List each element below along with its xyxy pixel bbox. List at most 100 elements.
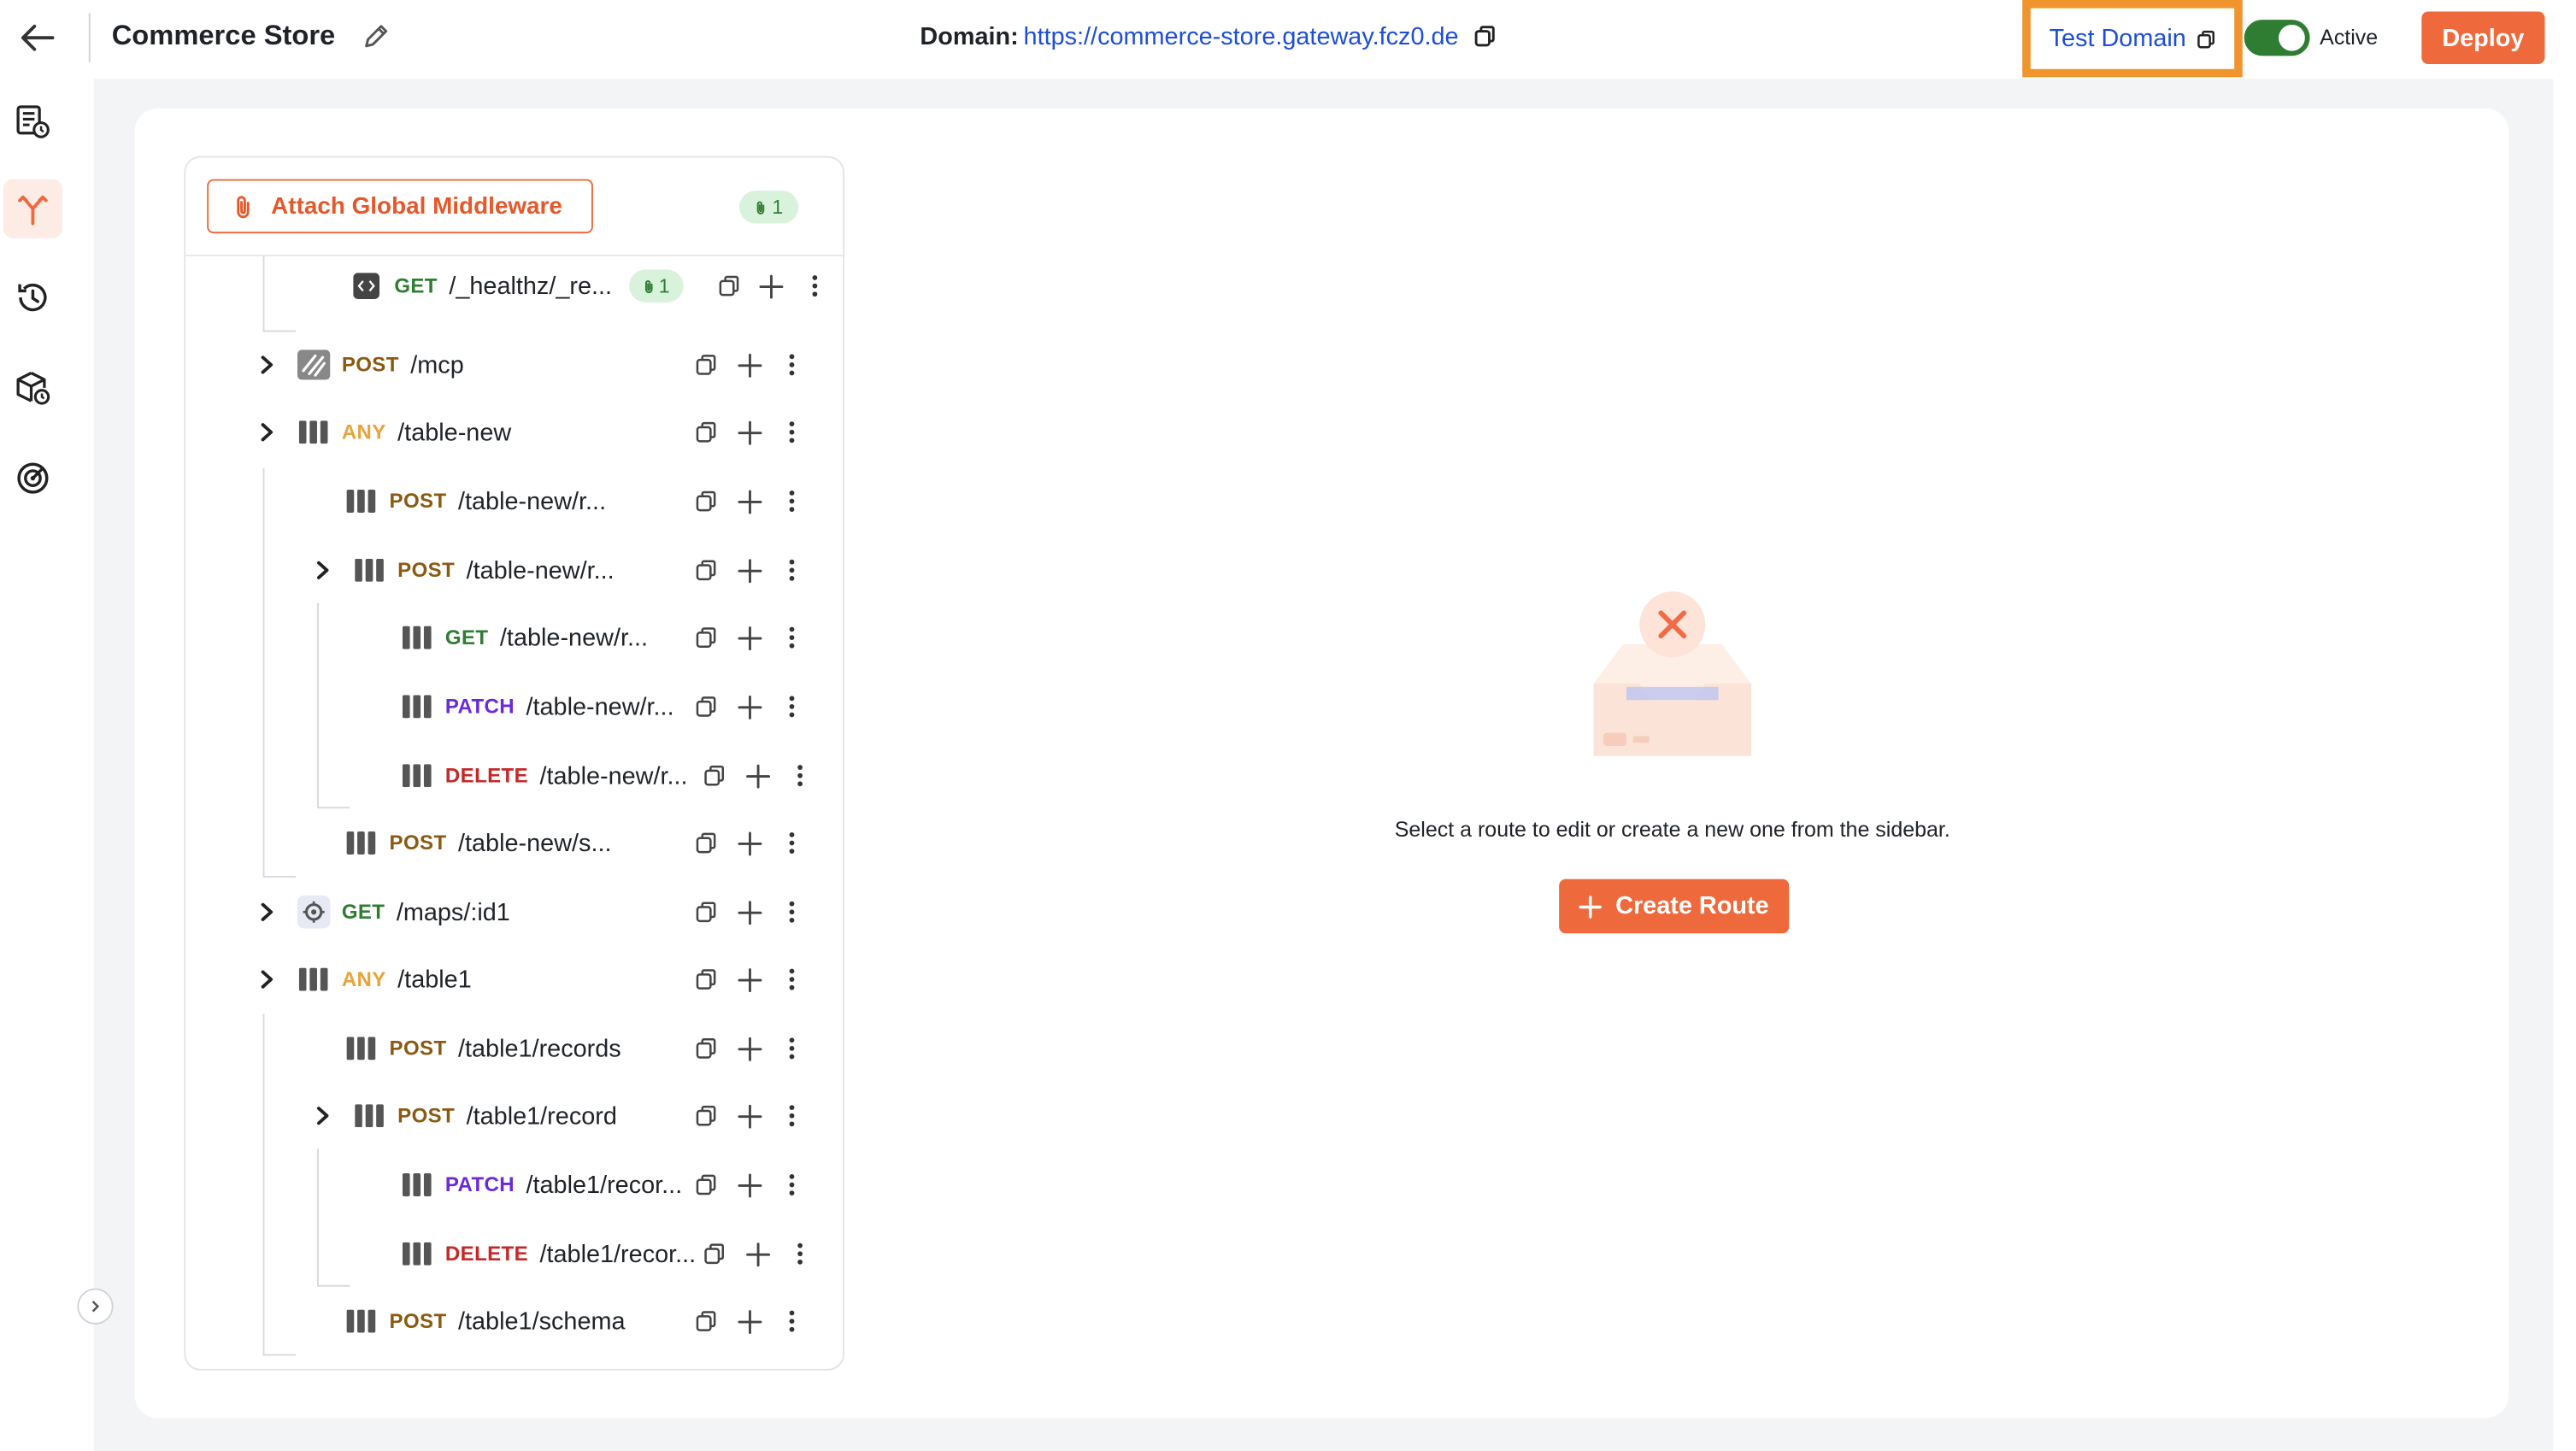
- duplicate-route-button[interactable]: [693, 830, 720, 856]
- add-subroute-button[interactable]: [736, 966, 762, 993]
- duplicate-route-button[interactable]: [702, 1241, 728, 1267]
- route-item[interactable]: GET/table-new/r...: [401, 613, 648, 662]
- copy-domain-button[interactable]: [1470, 21, 1500, 51]
- route-item[interactable]: PATCH/table-new/r...: [401, 682, 674, 731]
- route-method: POST: [389, 1309, 447, 1333]
- route-item[interactable]: DELETE/table-new/r...: [401, 751, 688, 801]
- sidebar-item-routes[interactable]: [3, 179, 63, 238]
- route-item[interactable]: GET /_healthz/_re...: [350, 261, 612, 311]
- route-item[interactable]: GET/maps/:id1: [297, 887, 510, 937]
- attach-global-middleware-button[interactable]: Attach Global Middleware: [207, 179, 593, 234]
- duplicate-route-button[interactable]: [715, 273, 742, 299]
- test-domain-button[interactable]: Test Domain: [2022, 0, 2243, 78]
- copy-icon: [695, 490, 718, 513]
- route-menu-button[interactable]: [779, 830, 805, 856]
- route-item[interactable]: ANY/table-new: [297, 408, 511, 457]
- domain-info: Domain: https://commerce-store.gateway.f…: [920, 21, 1499, 51]
- sidebar-item-logs[interactable]: [3, 92, 62, 151]
- route-item[interactable]: DELETE/table1/recor...: [401, 1229, 696, 1278]
- route-menu-button[interactable]: [779, 899, 805, 925]
- duplicate-route-button[interactable]: [693, 625, 720, 651]
- add-subroute-button[interactable]: [736, 830, 762, 856]
- duplicate-route-button[interactable]: [693, 352, 720, 379]
- add-subroute-button[interactable]: [736, 1308, 762, 1335]
- route-item[interactable]: POST/table-new/s...: [345, 819, 612, 868]
- duplicate-route-button[interactable]: [693, 419, 720, 445]
- tree-line: [316, 1284, 350, 1287]
- route-item[interactable]: POST/table1/records: [345, 1024, 621, 1073]
- back-button[interactable]: [13, 16, 62, 59]
- route-item[interactable]: PATCH/table1/recor...: [401, 1160, 682, 1210]
- deploy-button[interactable]: Deploy: [2421, 11, 2545, 64]
- copy-icon: [695, 1104, 718, 1127]
- expand-chevron-icon[interactable]: [255, 901, 278, 924]
- route-actions: [693, 682, 805, 731]
- route-item[interactable]: POST/table1/schema: [345, 1296, 626, 1346]
- expand-chevron-icon[interactable]: [255, 420, 278, 444]
- route-item[interactable]: POST/table-new/r...: [353, 545, 615, 595]
- duplicate-route-button[interactable]: [693, 1102, 720, 1129]
- duplicate-route-button[interactable]: [693, 899, 720, 925]
- expand-sidebar-button[interactable]: [77, 1288, 114, 1325]
- route-item[interactable]: POST/table-new/r...: [345, 477, 606, 526]
- expand-chevron-icon[interactable]: [255, 353, 278, 376]
- copy-icon: [695, 353, 718, 376]
- add-subroute-button[interactable]: [736, 352, 762, 379]
- domain-link[interactable]: https://commerce-store.gateway.fcz0.de: [1024, 22, 1459, 50]
- add-subroute-button[interactable]: [736, 625, 762, 651]
- route-menu-button[interactable]: [779, 1102, 805, 1129]
- duplicate-route-button[interactable]: [693, 557, 720, 584]
- duplicate-route-button[interactable]: [693, 1308, 720, 1335]
- add-subroute-button[interactable]: [736, 899, 762, 925]
- edit-title-button[interactable]: [362, 21, 394, 54]
- route-menu-button[interactable]: [779, 557, 805, 584]
- sidebar-item-packages[interactable]: [3, 358, 62, 417]
- add-subroute-button[interactable]: [758, 273, 785, 299]
- plus-icon: [737, 694, 762, 719]
- add-subroute-button[interactable]: [744, 762, 771, 789]
- route-menu-button[interactable]: [779, 352, 805, 379]
- route-item[interactable]: POST/table1/record: [353, 1091, 617, 1141]
- duplicate-route-button[interactable]: [693, 966, 720, 993]
- route-menu-button[interactable]: [787, 762, 814, 789]
- duplicate-route-button[interactable]: [693, 1035, 720, 1061]
- duplicate-route-button[interactable]: [693, 488, 720, 514]
- route-list: GET /_healthz/_re... 1 POST/mcp ANY/table-ne…: [185, 158, 843, 1369]
- add-subroute-button[interactable]: [736, 1035, 762, 1061]
- add-subroute-button[interactable]: [736, 1172, 762, 1198]
- more-vertical-icon: [789, 831, 796, 855]
- route-item[interactable]: ANY/table1: [297, 955, 472, 1004]
- expand-chevron-icon[interactable]: [310, 1104, 333, 1127]
- add-subroute-button[interactable]: [736, 488, 762, 514]
- route-menu-button[interactable]: [779, 694, 805, 720]
- route-menu-button[interactable]: [779, 966, 805, 993]
- duplicate-route-button[interactable]: [693, 1172, 720, 1198]
- copy-icon: [695, 901, 718, 924]
- sidebar-item-monitoring[interactable]: [3, 449, 62, 508]
- route-menu-button[interactable]: [779, 488, 805, 514]
- route-menu-button[interactable]: [779, 625, 805, 651]
- active-toggle[interactable]: [2244, 20, 2310, 56]
- route-item[interactable]: POST/mcp: [297, 340, 464, 390]
- add-subroute-button[interactable]: [736, 694, 762, 720]
- add-subroute-button[interactable]: [744, 1241, 771, 1267]
- add-subroute-button[interactable]: [736, 557, 762, 584]
- duplicate-route-button[interactable]: [702, 762, 728, 789]
- add-subroute-button[interactable]: [736, 1102, 762, 1129]
- expand-chevron-icon[interactable]: [310, 559, 333, 582]
- route-menu-button[interactable]: [779, 1308, 805, 1335]
- route-menu-button[interactable]: [801, 273, 827, 299]
- route-menu-button[interactable]: [787, 1241, 814, 1267]
- create-route-button[interactable]: Create Route: [1559, 878, 1790, 934]
- route-menu-button[interactable]: [779, 1172, 805, 1198]
- add-subroute-button[interactable]: [736, 419, 762, 445]
- copy-icon: [695, 1037, 718, 1060]
- duplicate-route-button[interactable]: [693, 694, 720, 720]
- route-actions: [693, 1296, 805, 1346]
- sidebar-item-history[interactable]: [3, 267, 62, 326]
- route-menu-button[interactable]: [779, 1035, 805, 1061]
- page-scrollbar[interactable]: [2553, 79, 2576, 1451]
- route-menu-button[interactable]: [779, 419, 805, 445]
- create-route-label: Create Route: [1615, 892, 1769, 920]
- expand-chevron-icon[interactable]: [255, 968, 278, 991]
